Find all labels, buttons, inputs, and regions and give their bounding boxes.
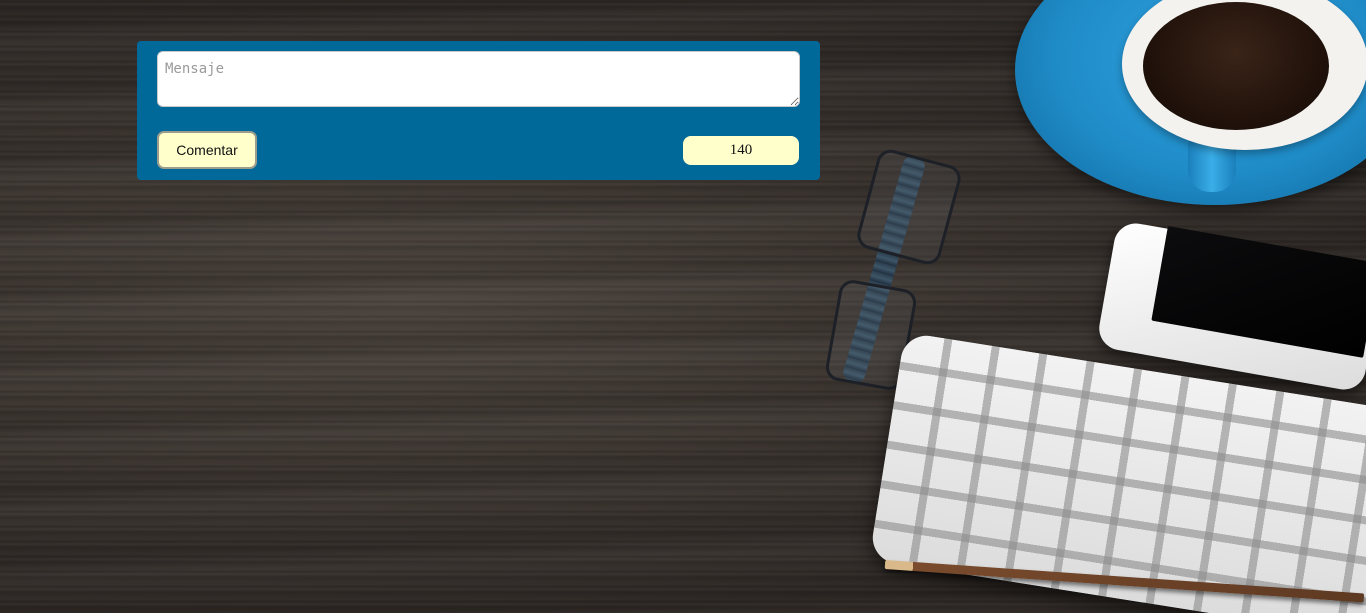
- comment-button[interactable]: Comentar: [157, 131, 257, 169]
- glasses-lens-top: [854, 146, 964, 268]
- message-input[interactable]: [157, 51, 800, 107]
- comment-panel: Comentar 140: [137, 41, 820, 180]
- coffee-surface: [1143, 2, 1329, 130]
- char-counter: 140: [683, 136, 799, 165]
